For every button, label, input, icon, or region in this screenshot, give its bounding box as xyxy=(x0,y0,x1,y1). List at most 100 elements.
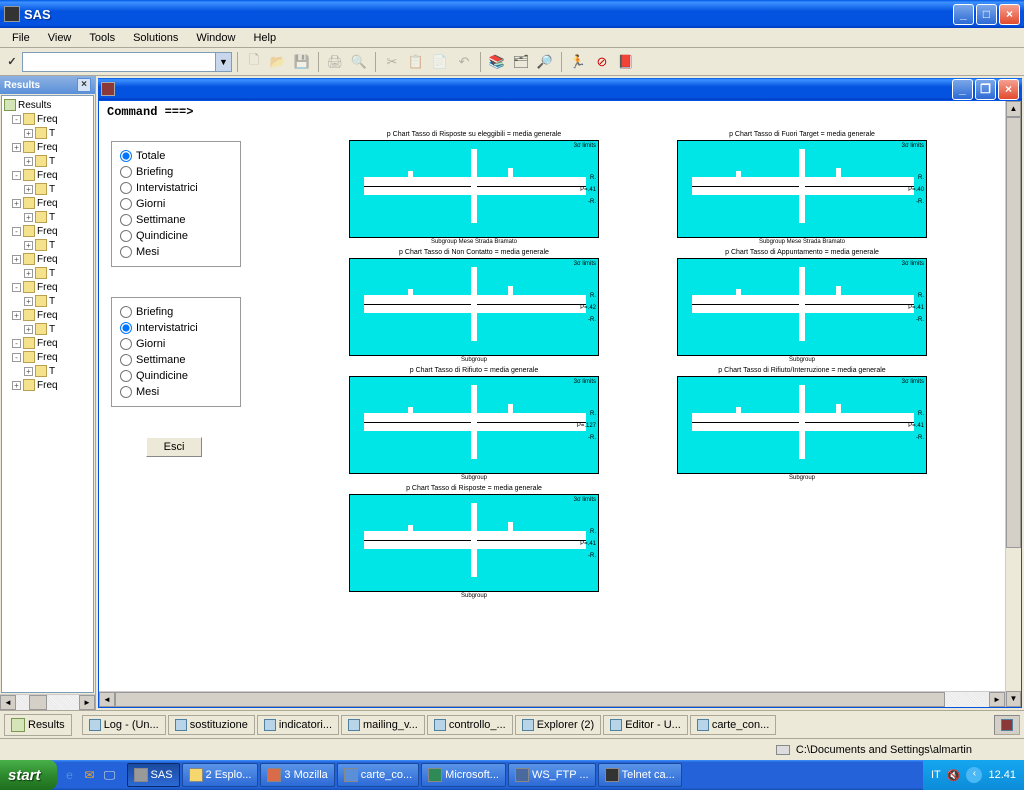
expand-icon[interactable]: - xyxy=(12,339,21,348)
radio-option[interactable]: Quindicine xyxy=(120,228,232,244)
tree-root[interactable]: Results xyxy=(18,100,51,111)
taskbar-task[interactable]: Telnet ca... xyxy=(598,763,682,787)
window-tab[interactable]: sostituzione xyxy=(168,715,255,735)
expand-icon[interactable]: + xyxy=(12,255,21,264)
radio-option[interactable]: Briefing xyxy=(120,304,232,320)
radio-input[interactable] xyxy=(120,386,132,398)
menu-tools[interactable]: Tools xyxy=(81,30,123,46)
expand-icon[interactable]: - xyxy=(12,115,21,124)
window-tab[interactable]: controllo_... xyxy=(427,715,513,735)
expand-icon[interactable]: + xyxy=(24,269,33,278)
tree-node[interactable]: -Freq xyxy=(4,350,91,364)
submit-icon[interactable]: ✓ xyxy=(4,55,20,68)
graph-tab[interactable] xyxy=(994,715,1020,735)
menu-file[interactable]: File xyxy=(4,30,38,46)
taskbar-task[interactable]: 3 Mozilla xyxy=(260,763,334,787)
gw-minimize-button[interactable]: _ xyxy=(952,79,973,100)
radio-input[interactable] xyxy=(120,182,132,194)
lang-indicator[interactable]: IT xyxy=(931,769,941,781)
command-prompt[interactable]: Command ===> xyxy=(107,105,193,119)
radio-option[interactable]: Mesi xyxy=(120,244,232,260)
radio-input[interactable] xyxy=(120,198,132,210)
radio-option[interactable]: Giorni xyxy=(120,196,232,212)
scroll-right-icon[interactable]: ► xyxy=(79,695,95,710)
radio-input[interactable] xyxy=(120,150,132,162)
radio-option[interactable]: Settimane xyxy=(120,352,232,368)
radio-input[interactable] xyxy=(120,214,132,226)
scroll-left-icon[interactable]: ◄ xyxy=(0,695,16,710)
tree-hscroll[interactable]: ◄ ► xyxy=(0,694,95,710)
tree-node[interactable]: -Freq xyxy=(4,168,91,182)
stop-icon[interactable]: ⊘ xyxy=(591,51,613,73)
new-icon[interactable]: 🗋 xyxy=(243,51,265,73)
expand-icon[interactable]: + xyxy=(24,367,33,376)
scroll-left-icon[interactable]: ◄ xyxy=(99,692,115,707)
expand-icon[interactable]: + xyxy=(12,311,21,320)
tree-node[interactable]: +T xyxy=(4,238,91,252)
dropdown-icon[interactable]: ▼ xyxy=(215,53,231,71)
esci-button[interactable]: Esci xyxy=(146,437,202,457)
tray-icon[interactable]: 🔇 xyxy=(947,769,961,782)
radio-input[interactable] xyxy=(120,166,132,178)
tree-node[interactable]: +Freq xyxy=(4,308,91,322)
tree-node[interactable]: +Freq xyxy=(4,140,91,154)
tree-node[interactable]: +T xyxy=(4,154,91,168)
menu-help[interactable]: Help xyxy=(245,30,284,46)
print-icon[interactable]: 🖨 xyxy=(324,51,346,73)
window-tab[interactable]: mailing_v... xyxy=(341,715,425,735)
radio-input[interactable] xyxy=(120,370,132,382)
radio-option[interactable]: Quindicine xyxy=(120,368,232,384)
cut-icon[interactable]: ✂ xyxy=(381,51,403,73)
results-tree[interactable]: Results -Freq+T+Freq+T-Freq+T+Freq+T-Fre… xyxy=(1,95,94,693)
maximize-button[interactable]: □ xyxy=(976,4,997,25)
taskbar-task[interactable]: WS_FTP ... xyxy=(508,763,596,787)
taskbar-task[interactable]: 2 Esplo... xyxy=(182,763,259,787)
paste-icon[interactable]: 📄 xyxy=(429,51,451,73)
radio-input[interactable] xyxy=(120,246,132,258)
tree-node[interactable]: +T xyxy=(4,322,91,336)
menu-window[interactable]: Window xyxy=(188,30,243,46)
window-tab[interactable]: Editor - U... xyxy=(603,715,688,735)
graph-vscroll[interactable]: ▲ ▼ xyxy=(1005,101,1021,707)
tree-node[interactable]: -Freq xyxy=(4,336,91,350)
expand-icon[interactable]: + xyxy=(24,213,33,222)
taskbar-task[interactable]: Microsoft... xyxy=(421,763,506,787)
radio-input[interactable] xyxy=(120,322,132,334)
window-tab[interactable]: Explorer (2) xyxy=(515,715,601,735)
scroll-up-icon[interactable]: ▲ xyxy=(1006,101,1021,117)
tree-node[interactable]: +Freq xyxy=(4,378,91,392)
graph-hscroll[interactable]: ◄ ► xyxy=(99,691,1005,707)
library-icon[interactable]: 📚 xyxy=(486,51,508,73)
menu-view[interactable]: View xyxy=(40,30,80,46)
radio-option[interactable]: Intervistatrici xyxy=(120,320,232,336)
explorer-icon[interactable]: 🗂 xyxy=(510,51,532,73)
radio-option[interactable]: Giorni xyxy=(120,336,232,352)
ie-icon[interactable]: e xyxy=(61,766,79,784)
radio-option[interactable]: Mesi xyxy=(120,384,232,400)
results-tab[interactable]: Results xyxy=(4,714,72,736)
window-tab[interactable]: carte_con... xyxy=(690,715,776,735)
window-tab[interactable]: indicatori... xyxy=(257,715,339,735)
tree-node[interactable]: -Freq xyxy=(4,112,91,126)
tray-expand-icon[interactable]: ‹ xyxy=(966,767,982,783)
expand-icon[interactable]: - xyxy=(12,227,21,236)
open-icon[interactable]: 📂 xyxy=(267,51,289,73)
expand-icon[interactable]: - xyxy=(12,283,21,292)
radio-option[interactable]: Intervistatrici xyxy=(120,180,232,196)
help-icon[interactable]: 📕 xyxy=(615,51,637,73)
close-button[interactable]: × xyxy=(999,4,1020,25)
preview-icon[interactable]: 🔍 xyxy=(348,51,370,73)
radio-input[interactable] xyxy=(120,354,132,366)
tree-node[interactable]: +Freq xyxy=(4,196,91,210)
tree-node[interactable]: +T xyxy=(4,182,91,196)
taskbar-task[interactable]: SAS xyxy=(127,763,180,787)
tree-node[interactable]: -Freq xyxy=(4,280,91,294)
tree-node[interactable]: +T xyxy=(4,294,91,308)
expand-icon[interactable]: + xyxy=(12,143,21,152)
minimize-button[interactable]: _ xyxy=(953,4,974,25)
radio-input[interactable] xyxy=(120,306,132,318)
clock[interactable]: 12.41 xyxy=(988,769,1016,781)
tree-node[interactable]: +Freq xyxy=(4,252,91,266)
tree-node[interactable]: +T xyxy=(4,364,91,378)
tree-node[interactable]: +T xyxy=(4,126,91,140)
